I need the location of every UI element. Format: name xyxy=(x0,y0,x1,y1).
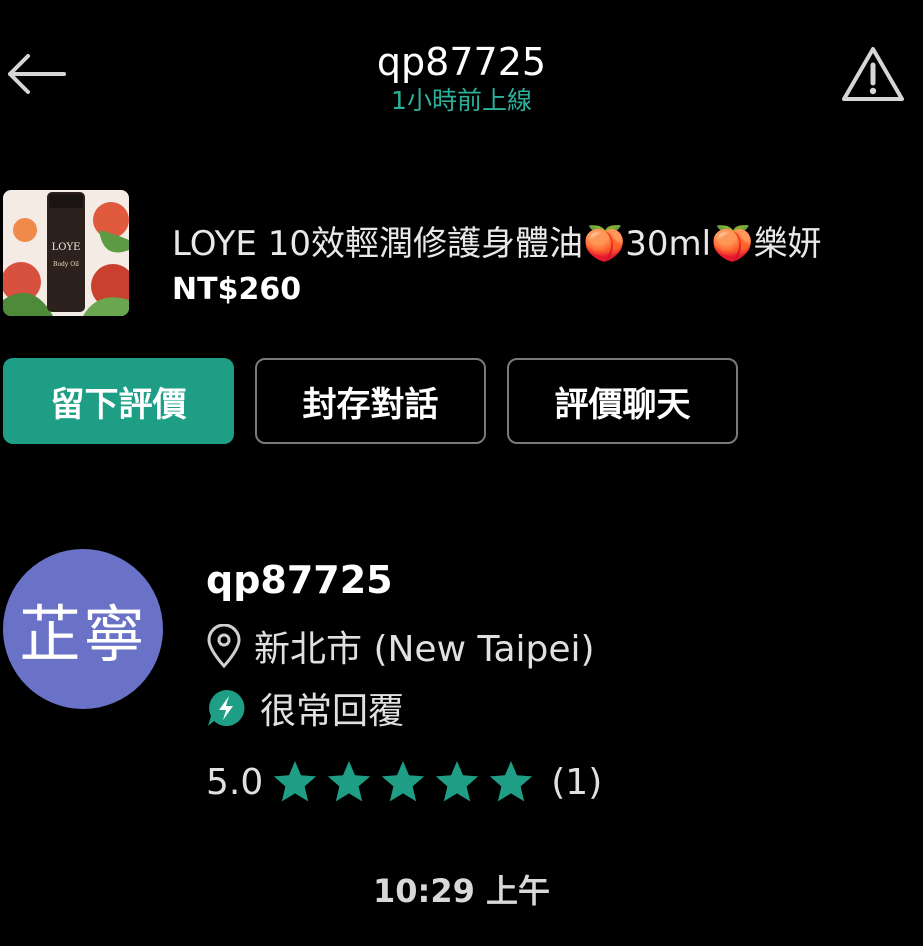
star-icon xyxy=(382,761,425,802)
leave-review-button[interactable]: 留下評價 xyxy=(3,358,234,444)
reply-badge-row: 很常回覆 xyxy=(206,682,404,734)
star-icon xyxy=(490,761,533,802)
rating-row[interactable]: 5.0 (1) xyxy=(206,758,602,806)
product-image: LOYE Body Oil xyxy=(3,190,129,316)
online-status: 1小時前上線 xyxy=(391,86,532,115)
back-button[interactable] xyxy=(2,44,68,104)
location-row: 新北市 (New Taipei) xyxy=(206,620,595,672)
chat-partner-name[interactable]: qp87725 xyxy=(200,38,723,86)
chat-header: qp87725 1小時前上線 xyxy=(0,0,923,140)
avatar[interactable]: 芷寧 xyxy=(3,549,163,709)
reply-badge-text: 很常回覆 xyxy=(260,691,405,732)
star-icon xyxy=(274,761,317,802)
product-title[interactable]: LOYE 10效輕潤修護身體油🍑30ml🍑樂妍 xyxy=(172,216,923,265)
review-count: (1) xyxy=(551,761,603,803)
seller-profile-card: 芷寧 qp87725 新北市 (New Taipei) 很常回覆 5.0 (1) xyxy=(0,548,923,808)
rating-score: 5.0 xyxy=(206,761,264,803)
quick-reply-icon xyxy=(208,689,245,726)
thumb-sub: Body Oil xyxy=(53,261,79,268)
location-text: 新北市 (New Taipei) xyxy=(254,629,595,670)
product-price: NT$260 xyxy=(172,272,302,307)
profile-name[interactable]: qp87725 xyxy=(206,558,393,602)
star-rating xyxy=(271,758,541,806)
archive-chat-button[interactable]: 封存對話 xyxy=(255,358,486,444)
header-title-group: qp87725 1小時前上線 xyxy=(200,38,723,116)
report-button[interactable] xyxy=(838,42,908,106)
star-icon xyxy=(328,761,371,802)
star-icon xyxy=(436,761,479,802)
listing-card[interactable]: LOYE Body Oil LOYE 10效輕潤修護身體油🍑30ml🍑樂妍 NT… xyxy=(0,186,923,320)
location-pin-icon xyxy=(207,624,241,668)
rate-chat-button[interactable]: 評價聊天 xyxy=(507,358,738,444)
product-thumbnail[interactable]: LOYE Body Oil xyxy=(3,190,129,316)
thumb-brand: LOYE xyxy=(52,242,81,253)
arrow-left-icon xyxy=(8,54,66,94)
action-bar: 留下評價 封存對話 評價聊天 xyxy=(0,358,923,444)
message-timestamp: 10:29 上午 xyxy=(372,872,550,910)
warning-icon xyxy=(842,47,904,101)
